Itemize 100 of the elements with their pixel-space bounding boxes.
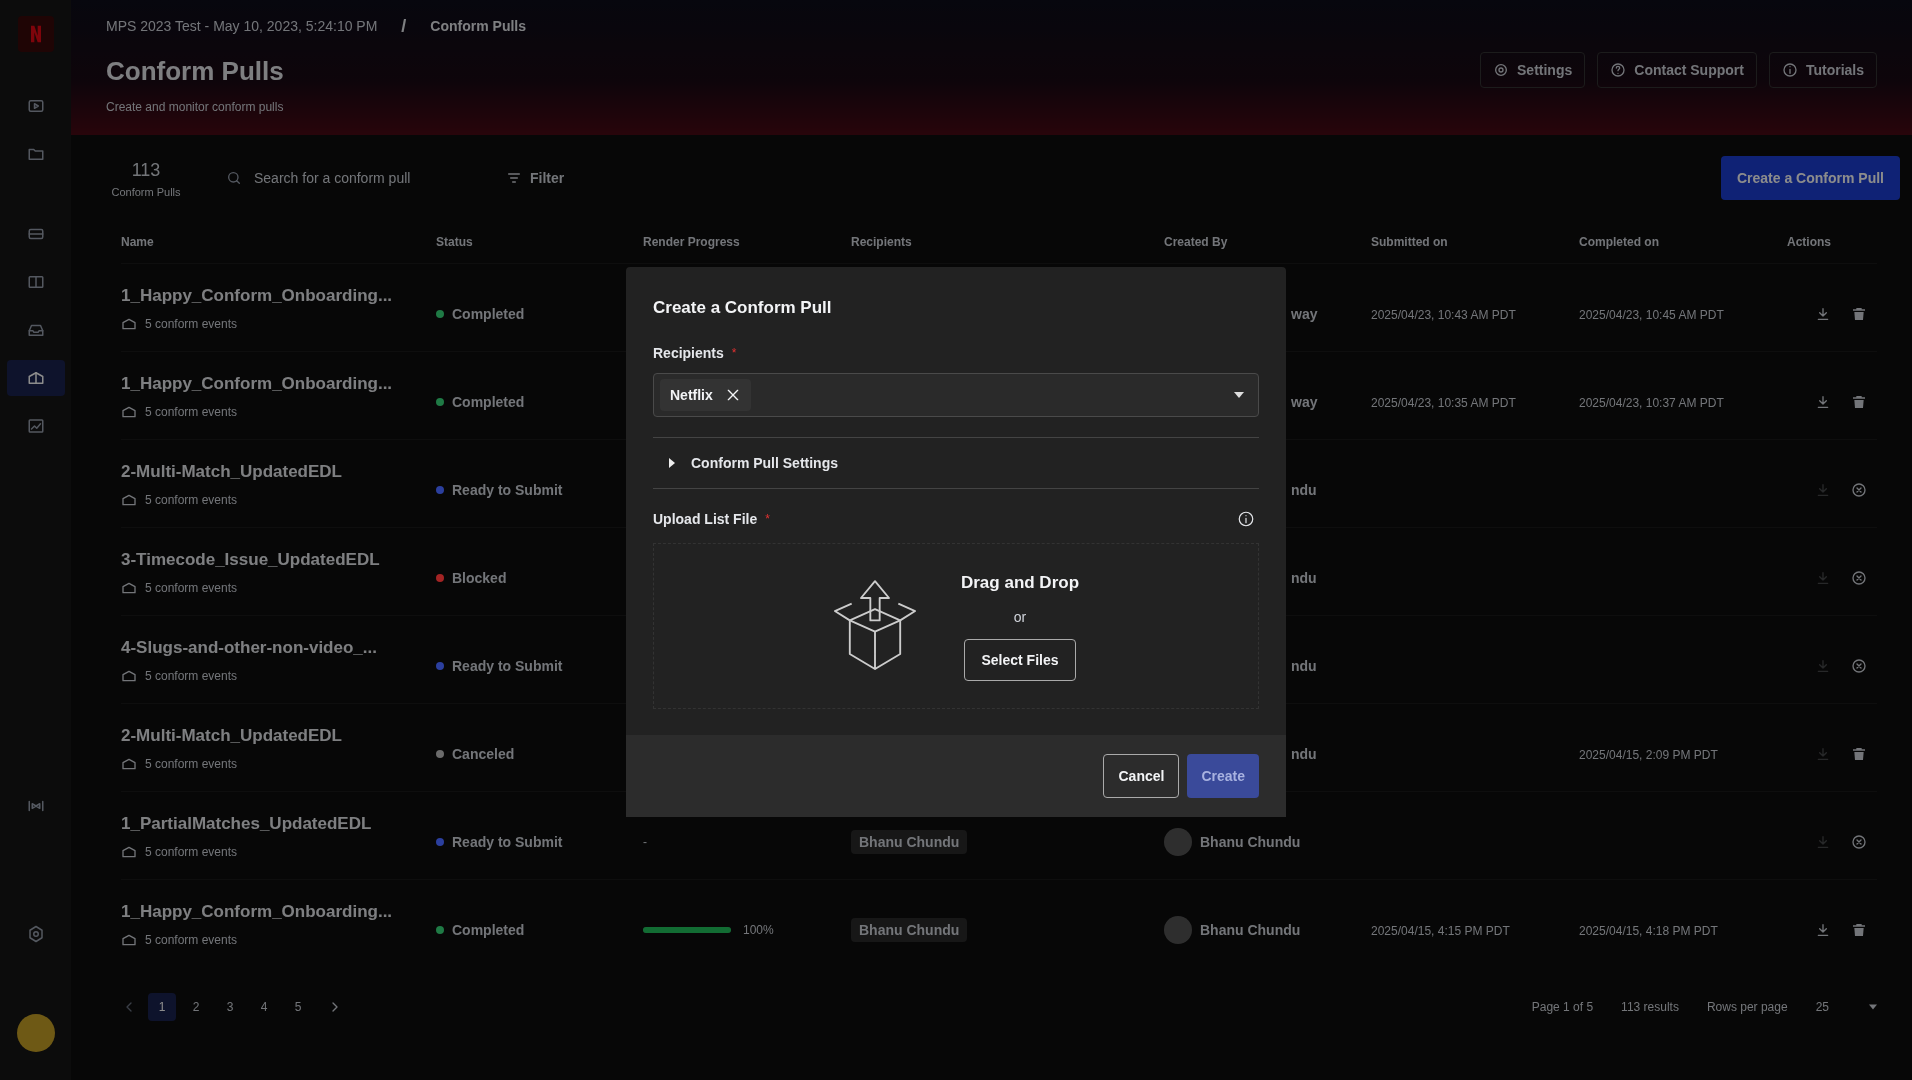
creator-name: Bhanu Chundu [1200, 920, 1301, 940]
header-button[interactable]: Tutorials [1768, 52, 1877, 88]
trash-icon [1851, 305, 1867, 322]
filter-icon [506, 170, 522, 186]
creator-name: ndu [1291, 744, 1317, 764]
completed-date: 2025/04/15, 4:18 PM PDT [1579, 923, 1718, 938]
cancel-circle-icon [1851, 657, 1867, 674]
trash-icon [1851, 921, 1867, 938]
cancel-button[interactable]: Cancel [1103, 753, 1180, 798]
event-count: 5 conform events [145, 316, 238, 333]
cancel-circle-icon [1851, 481, 1867, 498]
caret-icon [669, 457, 675, 468]
column-header: Recipients [851, 234, 913, 250]
box-icon [26, 369, 45, 387]
sidebar-item[interactable] [6, 360, 65, 396]
column-header: Actions [1787, 234, 1832, 250]
result-count: 113 results [1621, 999, 1679, 1015]
book-icon [26, 273, 45, 291]
info-icon[interactable] [1237, 509, 1255, 528]
caret-icon [1869, 1003, 1877, 1011]
creator-name: ndu [1291, 568, 1317, 588]
column-header: Completed on [1579, 234, 1660, 250]
pull-name[interactable]: 2-Multi-Match_UpdatedEDL [121, 458, 436, 485]
user-avatar [1164, 915, 1192, 944]
rows-per-page-label: Rows per page [1706, 999, 1788, 1015]
settings-toggle[interactable]: Conform Pull Settings [653, 452, 838, 473]
status-label: Blocked [452, 568, 507, 588]
page-subtitle: Create and monitor conform pulls [106, 99, 284, 115]
select-files-button[interactable]: Select Files [964, 639, 1076, 682]
page-button[interactable]: 5 [284, 993, 312, 1021]
pull-name[interactable]: 1_Happy_Conform_Onboarding... [121, 370, 436, 397]
submitted-date: 2025/04/23, 10:43 AM PDT [1371, 307, 1516, 322]
event-count: 5 conform events [145, 668, 238, 685]
field-label: Upload List File [653, 509, 758, 529]
breadcrumb-item[interactable]: Conform Pulls [430, 16, 527, 36]
user-avatar [1164, 827, 1192, 856]
cancel-circle-icon [1851, 569, 1867, 586]
drop-zone[interactable]: Drag and Drop or Select Files [653, 542, 1259, 709]
trash-icon [1851, 745, 1867, 762]
page-button[interactable]: 3 [216, 993, 244, 1021]
page-info: Page 1 of 5 [1531, 999, 1594, 1015]
header-button[interactable]: Contact Support [1597, 52, 1757, 88]
header-button[interactable]: Settings [1480, 52, 1586, 88]
breadcrumb-item[interactable]: MPS 2023 Test - May 10, 2023, 5:24:10 PM [106, 16, 378, 36]
chart-icon [26, 417, 45, 435]
dialog-title: Create a Conform Pull [653, 297, 833, 319]
pull-name[interactable]: 3-Timecode_Issue_UpdatedEDL [121, 546, 436, 573]
pull-count-label: Conform Pulls [111, 184, 181, 200]
pull-name[interactable]: 2-Multi-Match_UpdatedEDL [121, 722, 436, 749]
trash-icon [1851, 393, 1867, 410]
pull-count: 113 [131, 158, 161, 182]
drop-or: or [1013, 608, 1027, 628]
status-label: Canceled [452, 744, 515, 764]
creator-name: way [1291, 392, 1318, 412]
info-icon [1781, 62, 1798, 78]
required-mark: * [765, 510, 770, 527]
filter-button[interactable]: Filter [506, 168, 565, 188]
event-count: 5 conform events [145, 932, 238, 949]
column-header: Name [121, 234, 155, 250]
column-header: Created By [1164, 234, 1229, 250]
event-count: 5 conform events [145, 756, 238, 773]
page-button[interactable]: 2 [182, 993, 210, 1021]
submitted-date: 2025/04/23, 10:35 AM PDT [1371, 395, 1516, 410]
rows-per-page-select[interactable]: 25 [1815, 999, 1877, 1015]
completed-date: 2025/04/23, 10:37 AM PDT [1579, 395, 1724, 410]
status-label: Completed [452, 304, 525, 324]
settings-icon [1493, 62, 1510, 78]
pull-name[interactable]: 1_Happy_Conform_Onboarding... [121, 282, 436, 309]
create-button[interactable]: Create a Conform Pull [1720, 156, 1900, 200]
column-header: Status [436, 234, 474, 250]
page-title: Conform Pulls [106, 55, 284, 88]
download-icon [1815, 305, 1831, 322]
progress-percent: - [643, 833, 647, 850]
status-label: Completed [452, 392, 525, 412]
download-icon [1815, 393, 1831, 410]
avatar[interactable] [16, 1014, 55, 1052]
pull-name[interactable]: 4-Slugs-and-other-non-video_... [121, 634, 436, 661]
question-icon [1610, 62, 1627, 78]
event-count: 5 conform events [145, 404, 238, 421]
creator-name: ndu [1291, 480, 1317, 500]
event-count: 5 conform events [145, 844, 238, 861]
creator-name: ndu [1291, 656, 1317, 676]
status-label: Ready to Submit [452, 656, 563, 676]
status-label: Ready to Submit [452, 480, 563, 500]
recipients-select[interactable]: Netflix [653, 372, 1259, 417]
cancel-circle-icon [1851, 833, 1867, 850]
logo-icon [17, 16, 54, 52]
column-header: Submitted on [1371, 234, 1449, 250]
search-icon [226, 170, 242, 186]
pull-name[interactable]: 1_Happy_Conform_Onboarding... [121, 898, 436, 925]
breadcrumb-separator: / [401, 15, 407, 38]
recipient-chip: Bhanu Chundu [851, 917, 968, 942]
page-button[interactable]: 4 [250, 993, 278, 1021]
page-button[interactable]: 1 [148, 993, 176, 1021]
status-label: Completed [452, 920, 525, 940]
submitted-date: 2025/04/15, 4:15 PM PDT [1371, 923, 1510, 938]
pull-name[interactable]: 1_PartialMatches_UpdatedEDL [121, 810, 436, 837]
recipient-chip: Bhanu Chundu [851, 829, 968, 854]
required-mark: * [731, 344, 737, 361]
screen-icon [26, 97, 45, 115]
